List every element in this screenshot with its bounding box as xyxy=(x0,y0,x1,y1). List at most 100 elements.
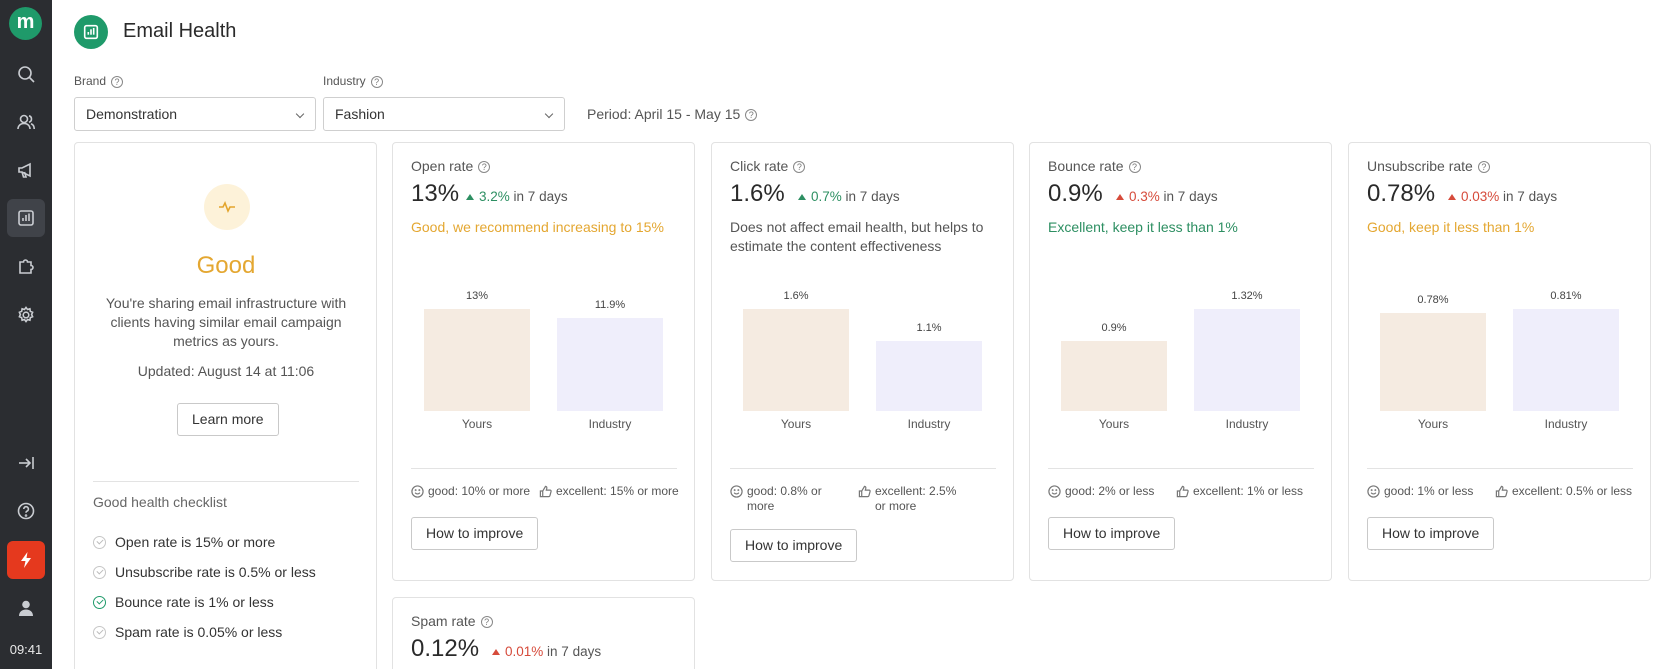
help-icon[interactable]: ? xyxy=(480,616,493,629)
puzzle-icon[interactable] xyxy=(7,247,45,285)
bar-label: Industry xyxy=(588,417,632,431)
triangle-up-icon xyxy=(1448,194,1456,200)
how-to-improve-button[interactable]: How to improve xyxy=(1367,517,1495,550)
triangle-up-icon xyxy=(1116,194,1124,200)
good-threshold: good: 2% or less xyxy=(1048,484,1173,499)
thumbs-up-icon xyxy=(539,485,552,498)
checklist-item: Spam rate is 0.05% or less xyxy=(93,624,282,640)
search-icon[interactable] xyxy=(7,55,45,93)
bar-label: Yours xyxy=(780,417,812,431)
metric-title: Open rate? xyxy=(411,158,491,174)
bar-label: Industry xyxy=(1225,417,1269,431)
bar-industry xyxy=(876,340,982,411)
help-icon[interactable]: ? xyxy=(793,161,806,174)
checklist-item-text: Bounce rate is 1% or less xyxy=(115,594,274,610)
bar-value-label: 11.9% xyxy=(594,298,626,311)
metric-delta: 0.01% in 7 days xyxy=(492,644,601,659)
help-icon[interactable]: ? xyxy=(111,75,124,88)
smile-icon xyxy=(730,485,743,498)
bar-label: Industry xyxy=(907,417,951,431)
page-title: Email Health xyxy=(123,20,237,42)
brand-select-value: Demonstration xyxy=(86,106,178,122)
how-to-improve-button[interactable]: How to improve xyxy=(730,529,858,562)
divider xyxy=(411,468,677,469)
good-threshold: good: 0.8% or more xyxy=(730,484,825,514)
chevron-down-icon xyxy=(295,109,305,119)
metric-value: 1.6% xyxy=(730,180,785,207)
metric-card: Open rate? 13% 3.2% in 7 days Good, we reco… xyxy=(392,142,695,581)
help-icon[interactable] xyxy=(7,492,45,530)
bar-value-label: 13% xyxy=(465,290,489,302)
checklist-item: Unsubscribe rate is 0.5% or less xyxy=(93,564,316,580)
bar-value-label: 0.78% xyxy=(1417,293,1449,306)
bar-yours xyxy=(1380,312,1486,411)
metric-delta: 0.03% in 7 days xyxy=(1448,189,1557,204)
metric-value: 13% xyxy=(411,180,460,207)
help-icon[interactable]: ? xyxy=(1128,161,1141,174)
brand-select[interactable]: Demonstration xyxy=(74,97,316,131)
spam-rate-card: Spam rate? 0.12% 0.01% in 7 days xyxy=(392,597,695,669)
industry-select[interactable]: Fashion xyxy=(323,97,565,131)
app-logo[interactable]: m xyxy=(9,7,42,40)
help-icon[interactable]: ? xyxy=(370,75,383,88)
user-icon[interactable] xyxy=(7,589,45,627)
bar-chart-icon[interactable] xyxy=(7,199,45,237)
clock: 09:41 xyxy=(9,642,43,657)
metric-title: Spam rate? xyxy=(411,613,493,629)
metric-card: Bounce rate? 0.9% 0.3% in 7 days Excellent,… xyxy=(1029,142,1332,581)
health-card: Good You're sharing email infrastructure… xyxy=(74,142,377,669)
industry-label: Industry? xyxy=(323,74,383,88)
bar-yours xyxy=(424,309,530,411)
bar-chart-icon xyxy=(74,15,108,49)
health-status: Good xyxy=(196,252,256,279)
users-icon[interactable] xyxy=(7,103,45,141)
metric-note: Does not affect email health, but helps … xyxy=(730,219,984,254)
bar-label: Industry xyxy=(1544,417,1588,431)
learn-more-button[interactable]: Learn more xyxy=(177,403,279,436)
metric-title: Click rate? xyxy=(730,158,806,174)
bar-value-label: 1.1% xyxy=(916,321,942,334)
how-to-improve-button[interactable]: How to improve xyxy=(411,517,539,550)
metric-note: Good, we recommend increasing to 15% xyxy=(411,219,664,235)
how-to-improve-button[interactable]: How to improve xyxy=(1048,517,1176,550)
health-description: You're sharing email infrastructure with… xyxy=(105,295,347,349)
good-threshold: good: 10% or more xyxy=(411,484,536,499)
bar-yours xyxy=(1061,341,1167,411)
help-icon[interactable]: ? xyxy=(1477,161,1490,174)
bar-industry xyxy=(1513,309,1619,411)
metric-value: 0.78% xyxy=(1367,180,1436,207)
chevron-down-icon xyxy=(544,109,554,119)
checklist-item: Bounce rate is 1% or less xyxy=(93,594,274,610)
period-label: Period: April 15 - May 15? xyxy=(587,106,758,122)
checklist-item-text: Spam rate is 0.05% or less xyxy=(115,624,283,640)
bar-value-label: 1.6% xyxy=(783,290,809,302)
exit-icon[interactable] xyxy=(7,444,45,482)
metric-card: Unsubscribe rate? 0.78% 0.03% in 7 days Goo… xyxy=(1348,142,1651,581)
help-icon[interactable]: ? xyxy=(745,109,758,122)
help-icon[interactable]: ? xyxy=(478,161,491,174)
bar-industry xyxy=(1194,309,1300,411)
pulse-icon xyxy=(204,184,250,230)
metric-delta: 0.3% in 7 days xyxy=(1116,189,1218,204)
gear-icon[interactable] xyxy=(7,296,45,334)
bar-yours xyxy=(743,309,849,411)
excellent-threshold: excellent: 2.5% or more xyxy=(858,484,968,514)
smile-icon xyxy=(411,485,424,498)
brand-label: Brand? xyxy=(74,74,124,88)
divider xyxy=(730,468,996,469)
metric-card: Click rate? 1.6% 0.7% in 7 days Does not af… xyxy=(711,142,1014,581)
industry-select-value: Fashion xyxy=(335,106,385,122)
excellent-threshold: excellent: 15% or more xyxy=(539,484,689,499)
smile-icon xyxy=(1048,485,1061,498)
megaphone-icon[interactable] xyxy=(7,151,45,189)
bar-value-label: 0.81% xyxy=(1550,290,1582,302)
thumbs-up-icon xyxy=(1176,485,1189,498)
divider xyxy=(1048,468,1314,469)
metric-title: Unsubscribe rate? xyxy=(1367,158,1490,174)
sidebar: m 09:41 xyxy=(0,0,52,669)
metric-title: Bounce rate? xyxy=(1048,158,1141,174)
bolt-icon[interactable] xyxy=(7,541,45,579)
excellent-threshold: excellent: 1% or less xyxy=(1176,484,1326,499)
metric-note: Excellent, keep it less than 1% xyxy=(1048,219,1238,235)
bar-value-label: 1.32% xyxy=(1231,290,1263,302)
